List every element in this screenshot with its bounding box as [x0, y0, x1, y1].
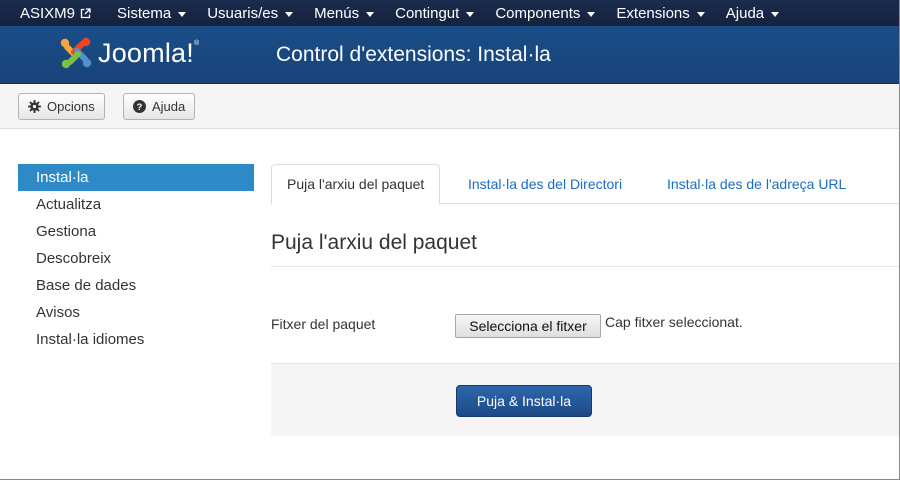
caret-down-icon [466, 11, 475, 17]
caret-down-icon [587, 11, 596, 17]
menu-contingut[interactable]: Contingut [395, 4, 475, 22]
page-title: Control d'extensions: Instal·la [276, 43, 551, 66]
gear-icon [28, 100, 41, 113]
tab-install-from-url[interactable]: Instal·la des de l'adreça URL [652, 164, 861, 205]
tab-upload-package[interactable]: Puja l'arxiu del paquet [271, 164, 441, 205]
choose-file-button[interactable]: Selecciona el fitxer [455, 314, 601, 338]
help-button[interactable]: ? Ajuda [123, 93, 196, 120]
external-link-icon [80, 7, 91, 18]
page-header: Joomla!® Control d'extensions: Instal·la [0, 26, 900, 84]
caret-down-icon [178, 11, 187, 17]
toolbar: Opcions ? Ajuda [0, 84, 900, 129]
site-link[interactable]: ASIXM9 [20, 5, 91, 22]
sidebar-item-manage[interactable]: Gestiona [18, 218, 254, 245]
menu-label: Components [495, 4, 581, 22]
joomla-logo-icon [60, 37, 92, 69]
sidebar-item-database[interactable]: Base de dades [18, 272, 254, 299]
caret-down-icon [696, 11, 705, 17]
sidebar-item-install[interactable]: Instal·la [18, 164, 254, 191]
sidebar-item-update[interactable]: Actualitza [18, 191, 254, 218]
sidebar-item-languages[interactable]: Instal·la idiomes [18, 326, 254, 353]
menu-components[interactable]: Components [495, 4, 596, 22]
question-circle-icon: ? [133, 100, 146, 113]
joomla-logo[interactable]: Joomla!® [58, 35, 199, 71]
tab-install-from-folder[interactable]: Instal·la des del Directori [453, 164, 637, 205]
section-title: Puja l'arxiu del paquet [271, 231, 477, 254]
menu-label: Sistema [117, 4, 172, 22]
caret-down-icon [285, 11, 294, 17]
menu-label: Extensions [616, 4, 690, 22]
caret-down-icon [771, 11, 780, 17]
menu-label: Contingut [395, 4, 460, 22]
menu-menus[interactable]: Menús [314, 4, 375, 22]
form-actions: Puja & Instal·la [271, 363, 900, 436]
menu-ajuda[interactable]: Ajuda [725, 4, 780, 22]
upload-install-button[interactable]: Puja & Instal·la [456, 385, 592, 417]
menu-label: Usuaris/es [207, 4, 279, 22]
options-button[interactable]: Opcions [18, 93, 105, 120]
menu-label: Menús [314, 4, 360, 22]
sidebar: Instal·la Actualitza Gestiona Descobreix… [18, 164, 254, 353]
menu-label: Ajuda [725, 4, 765, 22]
file-status-text: Cap fitxer seleccionat. [605, 314, 743, 330]
package-file-label: Fitxer del paquet [271, 316, 376, 332]
site-name: ASIXM9 [20, 4, 76, 22]
section-divider [271, 266, 900, 267]
sidebar-item-warnings[interactable]: Avisos [18, 299, 254, 326]
install-tabs: Puja l'arxiu del paquet Instal·la des de… [271, 164, 900, 205]
help-label: Ajuda [152, 99, 186, 114]
menu-usuaris[interactable]: Usuaris/es [207, 4, 294, 22]
options-label: Opcions [47, 99, 95, 114]
caret-down-icon [366, 11, 375, 17]
menu-sistema[interactable]: Sistema [117, 4, 187, 22]
svg-text:?: ? [137, 102, 143, 112]
logo-text: Joomla!® [98, 37, 200, 68]
menu-extensions[interactable]: Extensions [616, 4, 705, 22]
sidebar-item-discover[interactable]: Descobreix [18, 245, 254, 272]
top-navbar: ASIXM9 Sistema Usuaris/es Menús Contingu… [0, 0, 900, 26]
